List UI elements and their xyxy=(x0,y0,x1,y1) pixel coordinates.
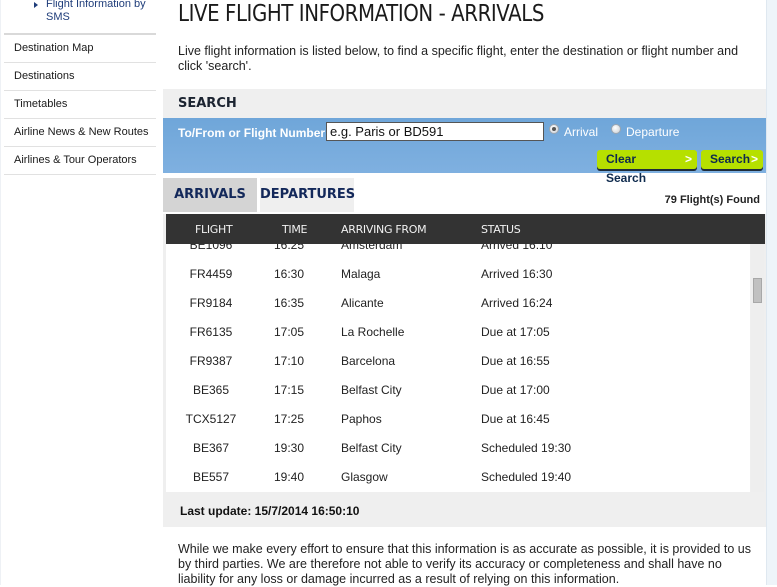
arriving-from-cell: Paphos xyxy=(341,412,382,426)
arriving-from-cell: Alicante xyxy=(341,296,384,310)
time-cell: 17:15 xyxy=(274,383,305,397)
chevron-right-icon: > xyxy=(684,152,692,166)
last-update-text: Last update: 15/7/2014 16:50:10 xyxy=(180,504,360,518)
status-cell: Due at 16:55 xyxy=(481,354,550,368)
search-button-label: Search xyxy=(710,152,751,166)
table-scrollbar[interactable] xyxy=(751,244,764,492)
search-field-label: To/From or Flight Number: xyxy=(178,126,330,140)
search-heading: SEARCH xyxy=(163,89,766,118)
status-cell: Scheduled 19:40 xyxy=(481,470,572,484)
sidebar-item-destinations[interactable]: Destinations xyxy=(4,63,156,91)
arriving-from-cell: Malaga xyxy=(341,267,381,281)
sidebar-subitem-label: Flight Information by SMS xyxy=(46,0,146,23)
departure-radio-label[interactable]: Departure xyxy=(626,125,679,139)
table-row: BE365 17:15 Belfast City Due at 17:00 xyxy=(166,375,750,404)
status-cell: Scheduled 19:30 xyxy=(481,441,572,455)
arriving-from-cell: Glasgow xyxy=(341,470,388,484)
chevron-right-icon: > xyxy=(750,152,758,166)
page-title: LIVE FLIGHT INFORMATION - ARRIVALS xyxy=(178,1,544,27)
arrival-radio-label[interactable]: Arrival xyxy=(564,125,598,139)
arriving-from-cell: Belfast City xyxy=(341,441,402,455)
search-form: To/From or Flight Number: Arrival Depart… xyxy=(163,118,766,185)
tab-arrivals[interactable]: ARRIVALS xyxy=(163,178,257,212)
time-cell: 19:30 xyxy=(274,441,305,455)
status-cell: Arrived 16:30 xyxy=(481,267,553,281)
flight-number-cell: BE367 xyxy=(192,441,230,455)
table-row: FR4459 16:30 Malaga Arrived 16:30 xyxy=(166,259,750,288)
column-header-time: TIME xyxy=(282,223,308,236)
status-cell: Due at 17:05 xyxy=(481,325,550,339)
search-panel: SEARCH To/From or Flight Number: Arrival… xyxy=(163,89,766,185)
search-button[interactable]: Search > xyxy=(701,150,763,169)
time-cell: 17:05 xyxy=(274,325,305,339)
status-cell: Arrived 16:24 xyxy=(481,296,553,310)
flight-number-cell: BE1096 xyxy=(189,244,233,252)
arriving-from-cell: Belfast City xyxy=(341,383,402,397)
tab-departures[interactable]: DEPARTURES xyxy=(260,178,355,212)
flight-number-cell: FR6135 xyxy=(189,325,233,339)
status-cell: Due at 17:00 xyxy=(481,383,550,397)
flight-number-cell: FR4459 xyxy=(189,267,233,281)
flight-number-cell: BE557 xyxy=(192,470,230,484)
clear-search-label: Clear Search xyxy=(606,152,647,185)
table-rows: BE1096 16:25 Amsterdam Arrived 16:10 FR4459 1… xyxy=(166,244,750,491)
right-edge-panel xyxy=(767,0,777,585)
arriving-from-cell: Amsterdam xyxy=(341,244,403,252)
table-row: TCX5127 17:25 Paphos Due at 16:45 xyxy=(166,404,750,433)
flights-found-count: 79 Flight(s) Found xyxy=(664,194,760,206)
status-cell: Arrived 16:10 xyxy=(481,244,553,252)
time-cell: 16:35 xyxy=(274,296,305,310)
time-cell: 16:30 xyxy=(274,267,305,281)
triangle-right-icon xyxy=(34,2,38,8)
sidebar-item-airline-news[interactable]: Airline News & New Routes xyxy=(4,119,156,147)
table-row: FR9387 17:10 Barcelona Due at 16:55 xyxy=(166,346,750,375)
arriving-from-cell: Barcelona xyxy=(341,354,396,368)
scrollbar-thumb[interactable] xyxy=(753,278,762,303)
sidebar-item-airlines-tour-operators[interactable]: Airlines & Tour Operators xyxy=(4,147,156,175)
sidebar-item-destination-map[interactable]: Destination Map xyxy=(4,35,156,63)
table-row: FR6135 17:05 La Rochelle Due at 17:05 xyxy=(166,317,750,346)
time-cell: 17:25 xyxy=(274,412,305,426)
sidebar: Flight Information by SMS Destination Ma… xyxy=(0,0,156,175)
sidebar-subitem-flight-info-sms[interactable]: Flight Information by SMS xyxy=(0,0,156,30)
status-cell: Due at 16:45 xyxy=(481,412,550,426)
flight-number-cell: BE365 xyxy=(192,383,230,397)
arriving-from-cell: La Rochelle xyxy=(341,325,405,339)
disclaimer-text: While we make every effort to ensure tha… xyxy=(178,542,751,586)
column-header-flight: FLIGHT xyxy=(195,223,233,236)
table-body[interactable]: BE1096 16:25 Amsterdam Arrived 16:10 FR4459 1… xyxy=(166,244,750,492)
sidebar-item-timetables[interactable]: Timetables xyxy=(4,91,156,119)
table-row: BE557 19:40 Glasgow Scheduled 19:40 xyxy=(166,462,750,491)
time-cell: 17:10 xyxy=(274,354,305,368)
time-cell: 19:40 xyxy=(274,470,305,484)
column-header-status: STATUS xyxy=(481,223,521,236)
time-cell: 16:25 xyxy=(274,244,305,252)
table-row: FR9184 16:35 Alicante Arrived 16:24 xyxy=(166,288,750,317)
table-header: FLIGHT TIME ARRIVING FROM STATUS xyxy=(166,214,765,244)
flight-number-cell: FR9184 xyxy=(189,296,233,310)
flight-number-cell: TCX5127 xyxy=(185,412,237,426)
intro-text: Live flight information is listed below,… xyxy=(178,44,739,73)
search-input[interactable] xyxy=(326,122,544,141)
table-row: BE1096 16:25 Amsterdam Arrived 16:10 xyxy=(166,244,750,259)
clear-search-button[interactable]: Clear Search > xyxy=(597,150,697,185)
arrival-radio[interactable] xyxy=(549,124,559,134)
table-row: BE367 19:30 Belfast City Scheduled 19:30 xyxy=(166,433,750,462)
column-header-arriving-from: ARRIVING FROM xyxy=(341,223,427,236)
departure-radio[interactable] xyxy=(611,124,621,134)
flights-table: FLIGHT TIME ARRIVING FROM STATUS BE1096 1… xyxy=(163,214,766,527)
flight-number-cell: FR9387 xyxy=(189,354,233,368)
